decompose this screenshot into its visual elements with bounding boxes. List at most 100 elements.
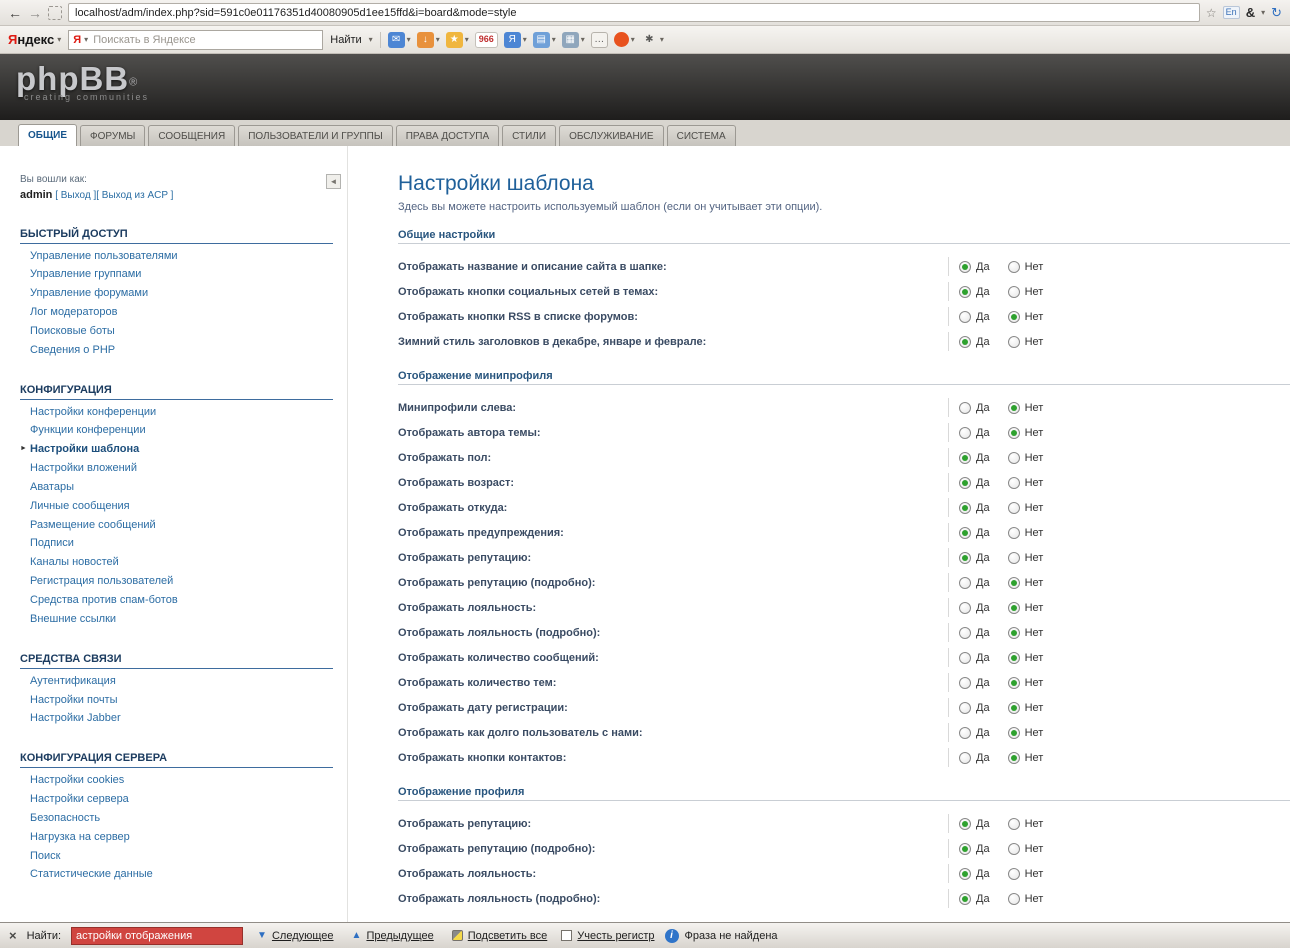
sidebar-link[interactable]: Подписи [30, 537, 74, 549]
radio-label-no[interactable]: Нет [1025, 477, 1044, 489]
radio-yes[interactable] [959, 677, 971, 689]
radio-no[interactable] [1008, 868, 1020, 880]
sidebar-link[interactable]: Настройки вложений [30, 462, 137, 474]
sidebar-link[interactable]: Управление группами [30, 268, 141, 280]
radio-yes[interactable] [959, 286, 971, 298]
radio-no[interactable] [1008, 627, 1020, 639]
radio-label-yes[interactable]: Да [976, 402, 990, 414]
radio-label-yes[interactable]: Да [976, 727, 990, 739]
sidebar-link[interactable]: Настройки шаблона [30, 443, 139, 455]
url-text[interactable]: localhost/adm/index.php?sid=591c0e011763… [75, 7, 516, 19]
radio-no[interactable] [1008, 843, 1020, 855]
radio-yes[interactable] [959, 818, 971, 830]
yandex-logo-button[interactable]: Яндекс ▾ [8, 32, 61, 47]
radio-label-yes[interactable]: Да [976, 527, 990, 539]
bookmark-star-icon[interactable]: ☆ [1206, 7, 1217, 19]
sidebar-link[interactable]: Аутентификация [30, 675, 116, 687]
radio-label-yes[interactable]: Да [976, 577, 990, 589]
yandex-find-button[interactable]: Найти [330, 34, 361, 46]
radio-label-yes[interactable]: Да [976, 286, 990, 298]
keyboard-layout-indicator[interactable]: En [1223, 6, 1240, 19]
tab-styles[interactable]: СТИЛИ [502, 125, 556, 146]
sidebar-link[interactable]: Поисковые боты [30, 325, 115, 337]
radio-no[interactable] [1008, 286, 1020, 298]
chevron-down-icon[interactable]: ▾ [369, 35, 373, 44]
radio-no[interactable] [1008, 402, 1020, 414]
sidebar-link[interactable]: Каналы новостей [30, 556, 119, 568]
radio-yes[interactable] [959, 261, 971, 273]
radio-label-no[interactable]: Нет [1025, 868, 1044, 880]
radio-label-no[interactable]: Нет [1025, 286, 1044, 298]
radio-label-no[interactable]: Нет [1025, 527, 1044, 539]
radio-label-no[interactable]: Нет [1025, 452, 1044, 464]
browser-ball-icon[interactable]: ▾ [614, 32, 635, 47]
radio-label-no[interactable]: Нет [1025, 652, 1044, 664]
sidebar-link[interactable]: Лог модераторов [30, 306, 117, 318]
radio-label-yes[interactable]: Да [976, 652, 990, 664]
radio-label-no[interactable]: Нет [1025, 311, 1044, 323]
radio-yes[interactable] [959, 477, 971, 489]
radio-no[interactable] [1008, 527, 1020, 539]
sidebar-link[interactable]: Статистические данные [30, 868, 153, 880]
pages-icon[interactable]: ▤▾ [533, 32, 556, 48]
radio-no[interactable] [1008, 427, 1020, 439]
radio-no[interactable] [1008, 602, 1020, 614]
tab-users-groups[interactable]: ПОЛЬЗОВАТЕЛИ И ГРУППЫ [238, 125, 393, 146]
find-input[interactable] [71, 927, 243, 945]
highlight-all-button[interactable]: Подсветить все [448, 928, 552, 944]
yandex-search-box[interactable]: Я ▾ [68, 30, 323, 50]
checkbox-icon[interactable] [561, 930, 572, 941]
radio-label-no[interactable]: Нет [1025, 261, 1044, 273]
tab-maintenance[interactable]: ОБСЛУЖИВАНИЕ [559, 125, 664, 146]
translate-icon[interactable]: Я▾ [504, 32, 527, 48]
sidebar-link[interactable]: Сведения о PHP [30, 344, 115, 356]
radio-yes[interactable] [959, 552, 971, 564]
reload-button[interactable]: ↻ [1271, 6, 1282, 19]
radio-no[interactable] [1008, 752, 1020, 764]
radio-no[interactable] [1008, 577, 1020, 589]
radio-yes[interactable] [959, 602, 971, 614]
radio-no[interactable] [1008, 502, 1020, 514]
match-case-checkbox[interactable]: Учесть регистр [561, 930, 654, 942]
radio-label-no[interactable]: Нет [1025, 402, 1044, 414]
radio-label-yes[interactable]: Да [976, 868, 990, 880]
radio-yes[interactable] [959, 843, 971, 855]
radio-label-yes[interactable]: Да [976, 843, 990, 855]
radio-yes[interactable] [959, 402, 971, 414]
logout-link[interactable]: [ Выход ] [55, 190, 96, 201]
comments-icon[interactable]: … [591, 32, 608, 48]
mail-icon[interactable]: ✉▾ [388, 32, 411, 48]
radio-no[interactable] [1008, 893, 1020, 905]
sidebar-link[interactable]: Настройки cookies [30, 774, 124, 786]
sidebar-link[interactable]: Управление пользователями [30, 250, 178, 262]
sidebar-link[interactable]: Безопасность [30, 812, 100, 824]
radio-yes[interactable] [959, 336, 971, 348]
radio-label-no[interactable]: Нет [1025, 627, 1044, 639]
radio-yes[interactable] [959, 427, 971, 439]
find-prev-button[interactable]: ▲ Предыдущее [348, 928, 438, 944]
radio-yes[interactable] [959, 311, 971, 323]
radio-label-yes[interactable]: Да [976, 502, 990, 514]
radio-label-yes[interactable]: Да [976, 702, 990, 714]
sidebar-link[interactable]: Аватары [30, 481, 74, 493]
radio-label-no[interactable]: Нет [1025, 893, 1044, 905]
radio-label-yes[interactable]: Да [976, 311, 990, 323]
tab-permissions[interactable]: ПРАВА ДОСТУПА [396, 125, 499, 146]
radio-no[interactable] [1008, 311, 1020, 323]
yandex-search-input[interactable] [91, 33, 318, 47]
sidebar-link[interactable]: Внешние ссылки [30, 613, 116, 625]
tab-posts[interactable]: СООБЩЕНИЯ [148, 125, 235, 146]
radio-yes[interactable] [959, 652, 971, 664]
sidebar-link[interactable]: Настройки конференции [30, 406, 156, 418]
radio-label-yes[interactable]: Да [976, 452, 990, 464]
radio-label-yes[interactable]: Да [976, 477, 990, 489]
radio-label-yes[interactable]: Да [976, 752, 990, 764]
radio-label-no[interactable]: Нет [1025, 727, 1044, 739]
close-find-bar-button[interactable]: × [9, 929, 17, 942]
sidebar-link[interactable]: Настройки почты [30, 694, 118, 706]
address-bar[interactable]: localhost/adm/index.php?sid=591c0e011763… [68, 3, 1200, 22]
radio-label-no[interactable]: Нет [1025, 702, 1044, 714]
radio-no[interactable] [1008, 552, 1020, 564]
radio-no[interactable] [1008, 677, 1020, 689]
radio-no[interactable] [1008, 336, 1020, 348]
